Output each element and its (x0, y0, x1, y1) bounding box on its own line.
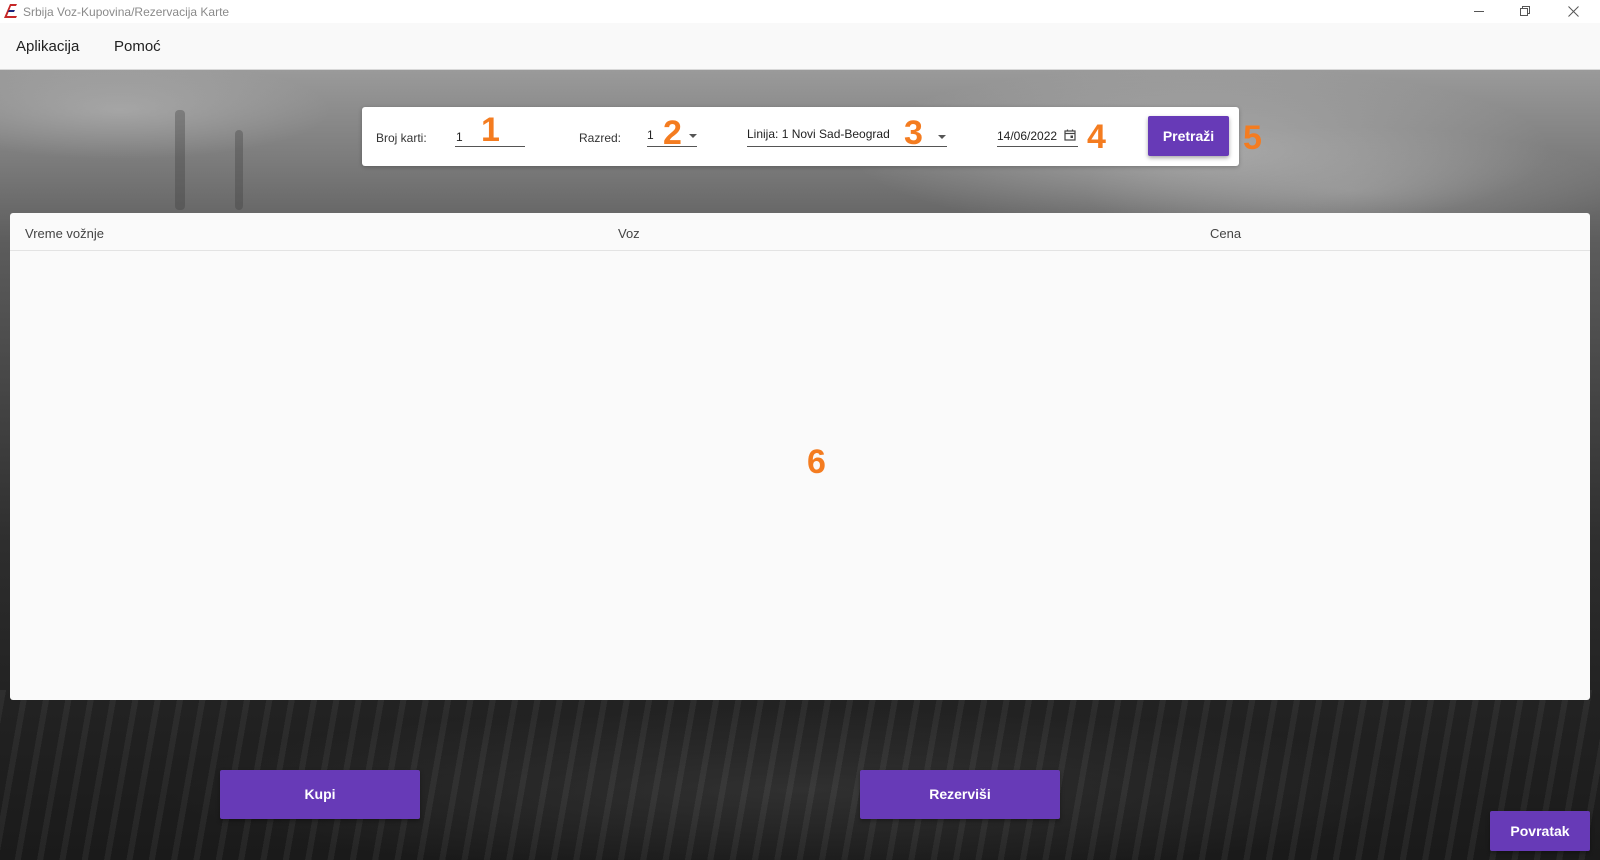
menu-bar: Aplikacija Pomoć (0, 23, 1600, 70)
chevron-down-icon (689, 134, 697, 138)
minimize-icon (1474, 11, 1484, 12)
search-button[interactable]: Pretraži (1148, 116, 1229, 156)
close-icon (1568, 6, 1579, 17)
restore-icon (1520, 6, 1530, 16)
minimize-button[interactable] (1457, 0, 1503, 23)
results-table: Vreme vožnje Voz Cena (10, 213, 1590, 700)
table-body[interactable] (10, 251, 1590, 700)
ticket-count-value: 1 (456, 130, 463, 144)
background-detail (235, 130, 243, 210)
marker-1: 1 (481, 111, 500, 149)
title-bar: Srbija Voz-Kupovina/Rezervacija Karte (0, 0, 1600, 23)
window-title: Srbija Voz-Kupovina/Rezervacija Karte (23, 5, 230, 19)
background-detail (175, 110, 185, 210)
class-label: Razred: (579, 131, 622, 145)
app-logo-icon (4, 4, 17, 18)
line-value: Linija: 1 Novi Sad-Beograd (747, 127, 890, 141)
marker-3: 3 (904, 114, 923, 152)
calendar-icon[interactable] (1064, 129, 1076, 141)
column-header-vreme[interactable]: Vreme vožnje (25, 226, 104, 241)
marker-6: 6 (807, 443, 826, 481)
table-header: Vreme vožnje Voz Cena (10, 213, 1590, 251)
menu-aplikacija[interactable]: Aplikacija (16, 38, 79, 55)
class-value: 1 (647, 128, 654, 142)
date-picker[interactable]: 14/06/2022 (997, 125, 1078, 147)
ticket-count-label: Broj karti: (376, 131, 427, 145)
reserve-button[interactable]: Rezerviši (860, 770, 1060, 819)
back-button[interactable]: Povratak (1490, 811, 1590, 851)
chevron-down-icon (938, 135, 946, 139)
restore-button[interactable] (1503, 0, 1549, 23)
marker-2: 2 (663, 114, 682, 152)
close-button[interactable] (1551, 0, 1597, 23)
column-header-voz[interactable]: Voz (618, 226, 640, 241)
menu-pomoc[interactable]: Pomoć (114, 38, 161, 55)
date-value: 14/06/2022 (997, 129, 1058, 143)
marker-5: 5 (1243, 119, 1262, 157)
marker-4: 4 (1087, 118, 1106, 156)
buy-button[interactable]: Kupi (220, 770, 420, 819)
column-header-cena[interactable]: Cena (1210, 226, 1241, 241)
